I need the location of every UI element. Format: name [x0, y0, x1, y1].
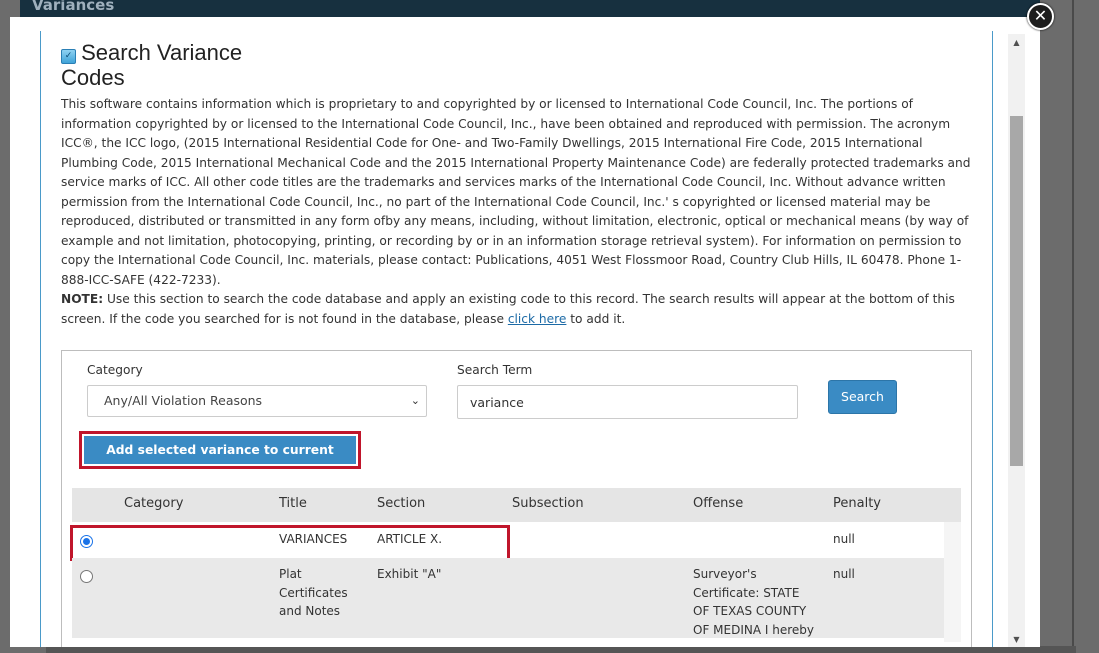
background-edge	[1072, 0, 1074, 653]
table-scroll-gutter	[944, 522, 961, 642]
close-icon[interactable]: ✕	[1027, 3, 1054, 30]
category-label: Category	[87, 363, 143, 377]
category-select-value: Any/All Violation Reasons	[104, 393, 263, 408]
modal-title: ✓ Search Variance Codes	[61, 40, 321, 90]
table-header: Category Title Section Subsection Offens…	[72, 488, 961, 522]
modal-title-line2: Codes	[61, 65, 125, 90]
table-row[interactable]: Plat Certificates and Notes Exhibit "A" …	[72, 558, 961, 638]
note-label: NOTE:	[61, 292, 104, 306]
search-panel: Category Any/All Violation Reasons ⌄ Sea…	[61, 350, 972, 647]
add-button-highlight: Add selected variance to current record	[79, 431, 361, 485]
header-section[interactable]: Section	[377, 496, 425, 511]
header-category[interactable]: Category	[124, 496, 183, 511]
copyright-notice: This software contains information which…	[61, 97, 971, 287]
header-offense[interactable]: Offense	[693, 496, 743, 511]
row-radio[interactable]	[80, 570, 93, 583]
table-row[interactable]: VARIANCES ARTICLE X. null	[70, 522, 961, 561]
scroll-up-icon[interactable]: ▲	[1008, 34, 1025, 51]
background-page-title: Variances	[32, 0, 115, 14]
search-variance-modal: ✓ Search Variance Codes This software co…	[10, 17, 1040, 647]
background-page-header: Variances	[20, 0, 1040, 17]
header-title[interactable]: Title	[279, 496, 307, 511]
row-section: ARTICLE X.	[377, 532, 443, 546]
chevron-down-icon: ⌄	[410, 394, 420, 407]
row-penalty: null	[833, 567, 855, 581]
row-title: VARIANCES	[279, 532, 348, 546]
scroll-down-icon[interactable]: ▼	[1008, 631, 1025, 647]
checkbox-icon: ✓	[61, 49, 76, 64]
search-button[interactable]: Search	[828, 380, 897, 414]
category-select[interactable]: Any/All Violation Reasons ⌄	[87, 385, 427, 417]
modal-title-line1: Search Variance	[81, 40, 243, 65]
results-table: Category Title Section Subsection Offens…	[70, 488, 961, 642]
header-penalty[interactable]: Penalty	[833, 496, 881, 511]
modal-content: ✓ Search Variance Codes This software co…	[40, 31, 993, 647]
search-term-input[interactable]	[457, 385, 798, 419]
background-footer	[46, 646, 1076, 653]
row-radio-selected[interactable]	[80, 535, 93, 548]
scroll-thumb[interactable]	[1010, 116, 1023, 466]
row-title: Plat Certificates and Notes	[279, 567, 348, 618]
search-term-label: Search Term	[457, 363, 533, 377]
note-tail: to add it.	[566, 311, 626, 326]
click-here-link[interactable]: click here	[508, 312, 567, 326]
row-offense: Surveyor's Certificate: STATE OF TEXAS C…	[693, 567, 814, 637]
add-selected-variance-button[interactable]: Add selected variance to current record	[84, 436, 356, 485]
note-text: NOTE: Use this section to search the cod…	[61, 290, 976, 329]
header-subsection[interactable]: Subsection	[512, 496, 584, 511]
row-penalty: null	[833, 532, 855, 546]
modal-scrollbar[interactable]: ▲ ▼	[1008, 34, 1025, 647]
row-section: Exhibit "A"	[377, 567, 442, 581]
